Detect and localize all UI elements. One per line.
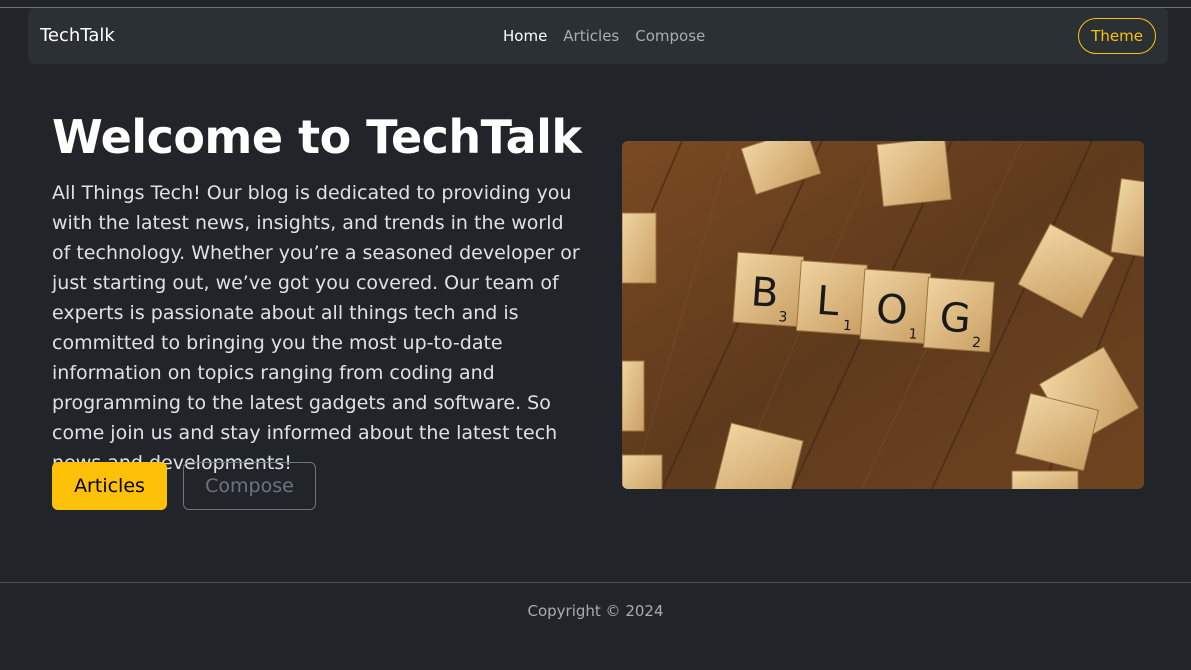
tile-score-l: 1 <box>842 318 852 335</box>
tile-letter-b: B <box>749 269 780 317</box>
articles-button[interactable]: Articles <box>52 462 167 510</box>
window-top-edge <box>0 0 1191 8</box>
page-title: Welcome to TechTalk <box>52 110 582 164</box>
brand-logo[interactable]: TechTalk <box>40 25 115 46</box>
copyright-text: Copyright © 2024 <box>527 602 664 620</box>
footer-divider <box>0 582 1191 583</box>
theme-toggle-button[interactable]: Theme <box>1078 18 1156 54</box>
tile-letter-o: O <box>875 286 910 334</box>
tile-score-o: 1 <box>908 326 918 343</box>
blog-image-svg: B 3 L 1 O 1 G 2 <box>622 141 1144 489</box>
tile-letter-g: G <box>938 294 972 342</box>
hero-description: All Things Tech! Our blog is dedicated t… <box>52 182 580 474</box>
nav-link-home[interactable]: Home <box>503 27 547 45</box>
tile-score-g: 2 <box>971 335 981 352</box>
nav-link-articles[interactable]: Articles <box>563 27 619 45</box>
navbar: TechTalk Home Articles Compose Theme <box>28 8 1168 64</box>
tile-letter-l: L <box>815 278 841 325</box>
compose-button[interactable]: Compose <box>183 462 316 510</box>
nav-link-compose[interactable]: Compose <box>635 27 705 45</box>
tile-score-b: 3 <box>778 309 788 326</box>
nav-links: Home Articles Compose <box>503 27 705 45</box>
blog-scrabble-image: B 3 L 1 O 1 G 2 <box>622 141 1144 489</box>
